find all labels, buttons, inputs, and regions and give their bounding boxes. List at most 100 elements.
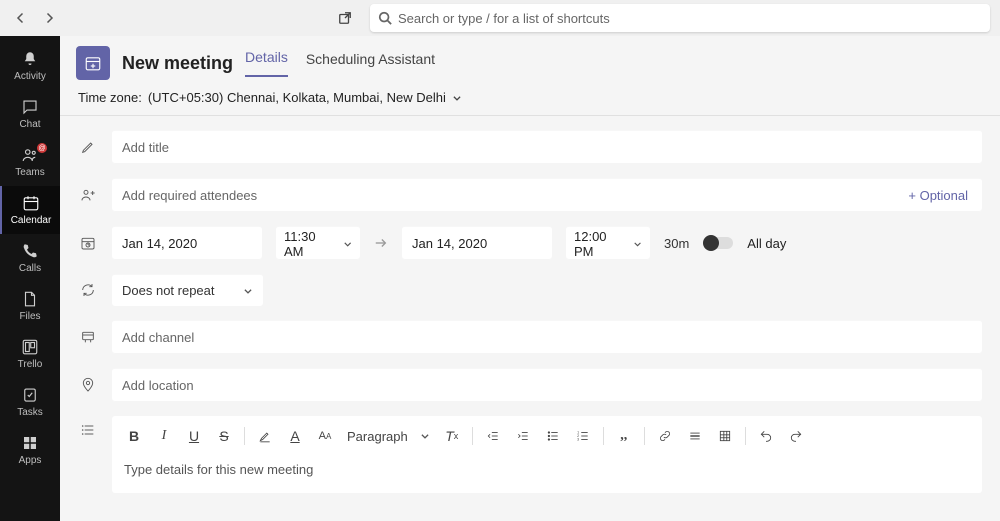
separator [603,427,604,445]
apps-icon [21,434,39,452]
nav-forward-button[interactable] [38,7,60,29]
svg-text:3: 3 [577,438,579,442]
pop-out-icon[interactable] [334,7,356,29]
end-date-input[interactable]: Jan 14, 2020 [402,226,552,260]
page-title: New meeting [122,53,233,74]
description-editor: B I U S A AA Paragraph Tx [112,416,982,493]
font-size-button[interactable]: AA [313,424,337,448]
sidebar-item-trello[interactable]: Trello [0,330,60,378]
underline-button[interactable]: U [182,424,206,448]
sidebar-item-files[interactable]: Files [0,282,60,330]
indent-button[interactable] [511,424,535,448]
start-date-input[interactable]: Jan 14, 2020 [112,226,262,260]
attendees-input[interactable]: Add required attendees + Optional [112,178,982,212]
meeting-form: Add title Add required attendees + Optio… [60,116,1000,521]
chat-icon [21,98,39,116]
tab-scheduling-assistant[interactable]: Scheduling Assistant [306,51,435,77]
recurrence-select[interactable]: Does not repeat [112,274,263,306]
search-icon [378,11,392,25]
numbered-list-button[interactable]: 123 [571,424,595,448]
channel-icon [78,329,98,345]
timezone-row[interactable]: Time zone: (UTC+05:30) Chennai, Kolkata,… [60,80,1000,116]
outdent-button[interactable] [481,424,505,448]
channel-input[interactable]: Add channel [112,320,982,354]
search-box[interactable]: Search or type / for a list of shortcuts [370,4,990,32]
italic-button[interactable]: I [152,424,176,448]
location-icon [78,377,98,393]
sidebar-label: Apps [19,455,42,466]
sidebar-label: Calls [19,263,41,274]
title-input[interactable]: Add title [112,130,982,164]
people-icon [78,187,98,203]
sidebar-item-tasks[interactable]: Tasks [0,378,60,426]
timezone-value: (UTC+05:30) Chennai, Kolkata, Mumbai, Ne… [148,90,446,105]
sidebar-item-activity[interactable]: Activity [0,42,60,90]
notification-badge: @ [36,142,48,154]
quote-button[interactable]: ,, [612,424,636,448]
file-icon [21,290,39,308]
hr-button[interactable] [683,424,707,448]
separator [745,427,746,445]
tasks-icon [21,386,39,404]
header-tabs: Details Scheduling Assistant [245,49,435,77]
link-button[interactable] [653,424,677,448]
sidebar-item-apps[interactable]: Apps [0,426,60,474]
separator [644,427,645,445]
separator [472,427,473,445]
sidebar-label: Files [19,311,40,322]
sidebar-item-calls[interactable]: Calls [0,234,60,282]
bold-button[interactable]: B [122,424,146,448]
undo-button[interactable] [754,424,778,448]
main-content: New meeting Details Scheduling Assistant… [60,36,1000,521]
duration-label: 30m [664,236,689,251]
strikethrough-button[interactable]: S [212,424,236,448]
table-button[interactable] [713,424,737,448]
meeting-icon [76,46,110,80]
all-day-label: All day [747,236,786,251]
description-icon [78,416,98,438]
font-color-button[interactable]: A [283,424,307,448]
editor-body[interactable]: Type details for this new meeting [112,456,982,493]
sidebar-label: Calendar [11,215,52,226]
calendar-icon [22,194,40,212]
separator [244,427,245,445]
bullet-list-button[interactable] [541,424,565,448]
sidebar-label: Teams [15,167,44,178]
arrow-right-icon [374,236,388,250]
bell-icon [21,50,39,68]
edit-icon [78,139,98,155]
timezone-label: Time zone: [78,90,142,105]
highlight-button[interactable] [253,424,277,448]
editor-toolbar: B I U S A AA Paragraph Tx [112,416,982,456]
location-input[interactable]: Add location [112,368,982,402]
sidebar-label: Activity [14,71,46,82]
nav-back-button[interactable] [10,7,32,29]
search-placeholder: Search or type / for a list of shortcuts [398,11,610,26]
chevron-down-icon [633,239,642,249]
sidebar-label: Tasks [17,407,43,418]
clear-formatting-button[interactable]: Tx [440,424,464,448]
chevron-down-icon [452,93,462,103]
chevron-down-icon [420,431,430,441]
sidebar-item-chat[interactable]: Chat [0,90,60,138]
chevron-down-icon [343,239,352,249]
paragraph-style-select[interactable]: Paragraph [343,429,434,444]
end-time-input[interactable]: 12:00 PM [566,226,650,260]
tab-details[interactable]: Details [245,49,288,77]
phone-icon [21,242,39,260]
page-header: New meeting Details Scheduling Assistant [60,36,1000,80]
trello-icon [21,338,39,356]
chevron-down-icon [243,286,253,296]
add-optional-link[interactable]: + Optional [908,188,972,203]
recurrence-icon [78,282,98,298]
start-time-input[interactable]: 11:30 AM [276,226,360,260]
title-bar: Search or type / for a list of shortcuts [0,0,1000,36]
sidebar-item-teams[interactable]: @ Teams [0,138,60,186]
sidebar-item-calendar[interactable]: Calendar [0,186,60,234]
clock-icon [78,235,98,251]
redo-button[interactable] [784,424,808,448]
sidebar-label: Trello [18,359,43,370]
app-rail: Activity Chat @ Teams Calendar Calls Fil… [0,36,60,521]
all-day-toggle[interactable] [703,237,733,249]
sidebar-label: Chat [19,119,40,130]
